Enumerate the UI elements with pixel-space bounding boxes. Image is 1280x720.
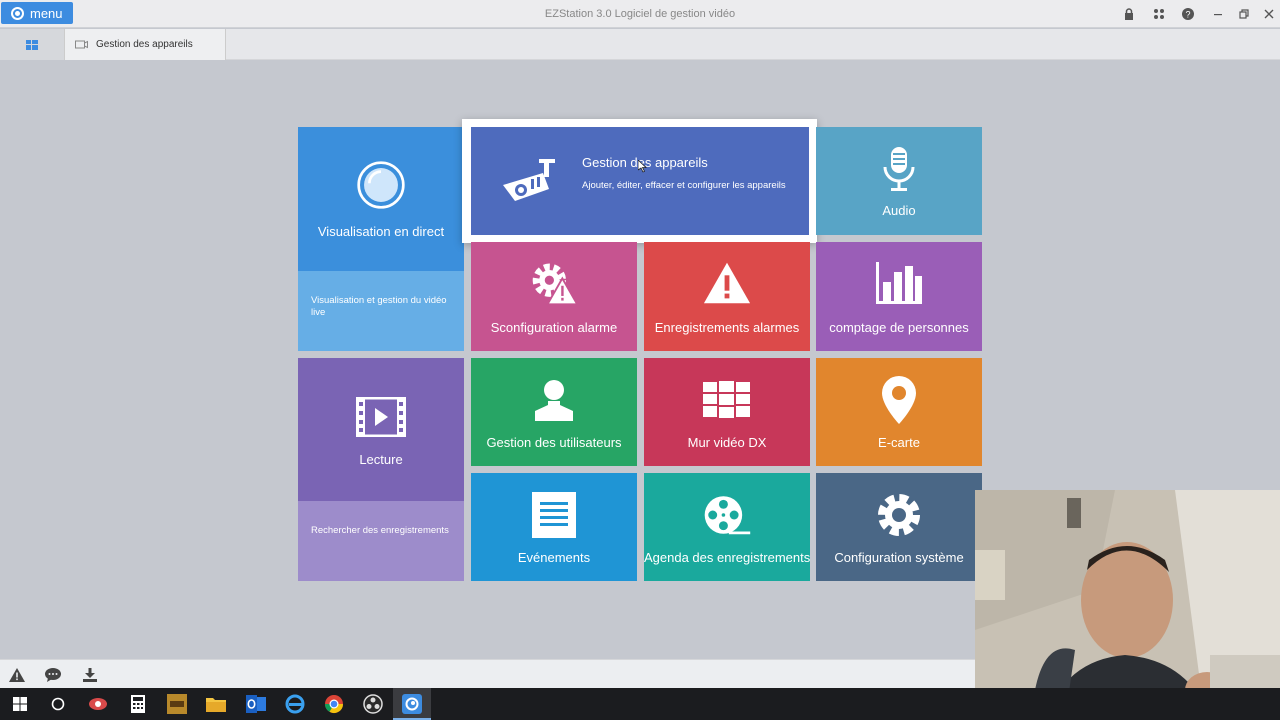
tile-system-configuration-label: Configuration système xyxy=(834,549,964,565)
document-list-icon xyxy=(529,490,579,540)
tile-user-management-label: Gestion des utilisateurs xyxy=(486,434,622,450)
chat-icon[interactable] xyxy=(44,666,62,684)
tile-live-view-label: Visualisation en direct xyxy=(317,223,445,239)
grid-icon xyxy=(26,39,38,50)
file-explorer-icon[interactable] xyxy=(204,692,228,716)
app-icon[interactable] xyxy=(165,692,189,716)
security-camera-icon xyxy=(499,155,559,205)
help-icon[interactable]: ? xyxy=(1180,6,1196,22)
tile-alarm-configuration-label: Sconfiguration alarme xyxy=(490,320,618,335)
title-bar: menu EZStation 3.0 Logiciel de gestion v… xyxy=(0,0,1280,28)
tile-emap-label: E-carte xyxy=(878,434,920,450)
live-view-icon xyxy=(356,160,406,210)
microphone-icon xyxy=(874,145,924,195)
alert-icon[interactable] xyxy=(8,666,26,684)
ezstation-icon[interactable] xyxy=(400,692,424,716)
tile-device-management-desc: Ajouter, éditer, effacer et configurer l… xyxy=(582,180,786,191)
cortana-icon[interactable] xyxy=(46,692,70,716)
edge-icon[interactable] xyxy=(283,692,307,716)
minimize-icon[interactable] xyxy=(1210,6,1226,22)
film-reel-icon xyxy=(702,490,752,540)
tile-audio[interactable]: Audio xyxy=(816,127,982,235)
webcam-overlay xyxy=(975,490,1280,720)
video-wall-icon xyxy=(702,375,752,425)
tile-events-label: Evénements xyxy=(517,549,591,565)
tab-bar: Gestion des appareils xyxy=(0,29,1280,60)
tab-device-management-label: Gestion des appareils xyxy=(96,39,193,50)
tile-emap[interactable]: E-carte xyxy=(816,358,982,466)
tile-video-wall[interactable]: Mur vidéo DX xyxy=(644,358,810,466)
tile-playback-desc-panel[interactable]: Rechercher des enregistrements xyxy=(298,501,464,581)
tile-live-view[interactable]: Visualisation en direct xyxy=(298,127,464,271)
game-icon[interactable] xyxy=(86,692,110,716)
user-group-icon[interactable] xyxy=(1151,6,1167,22)
warning-triangle-icon xyxy=(702,258,752,308)
gear-icon xyxy=(874,490,924,540)
chrome-icon[interactable] xyxy=(322,692,346,716)
tile-recording-schedule-label: Agenda des enregistrements xyxy=(644,549,810,565)
tile-live-view-desc: Visualisation et gestion du vidéo live xyxy=(311,295,447,318)
tile-playback[interactable]: Lecture xyxy=(298,358,464,501)
tile-audio-label: Audio xyxy=(882,202,916,218)
restore-icon[interactable] xyxy=(1236,6,1252,22)
lock-icon[interactable] xyxy=(1121,6,1137,22)
bar-chart-icon xyxy=(874,258,924,308)
tile-user-management[interactable]: Gestion des utilisateurs xyxy=(471,358,637,466)
window-title: EZStation 3.0 Logiciel de gestion vidéo xyxy=(544,8,736,20)
outlook-icon[interactable] xyxy=(244,692,268,716)
tile-events[interactable]: Evénements xyxy=(471,473,637,581)
status-bar xyxy=(0,659,975,688)
obs-icon[interactable] xyxy=(361,692,385,716)
tab-device-management[interactable]: Gestion des appareils xyxy=(64,29,226,60)
tile-alarm-recordings[interactable]: Enregistrements alarmes xyxy=(644,242,810,351)
windows-taskbar xyxy=(0,688,1280,720)
map-pin-icon xyxy=(874,375,924,425)
tile-video-wall-label: Mur vidéo DX xyxy=(687,434,767,450)
tile-recording-schedule[interactable]: Agenda des enregistrements xyxy=(644,473,810,581)
film-play-icon xyxy=(356,392,406,442)
tab-home[interactable] xyxy=(0,29,64,60)
tile-alarm-configuration[interactable]: Sconfiguration alarme xyxy=(471,242,637,351)
tile-alarm-recordings-label: Enregistrements alarmes xyxy=(654,320,800,335)
camera-outline-icon xyxy=(75,40,88,49)
tile-system-configuration[interactable]: Configuration système xyxy=(816,473,982,581)
download-icon[interactable] xyxy=(81,666,99,684)
user-icon xyxy=(529,375,579,425)
tile-live-view-desc-panel[interactable]: Visualisation et gestion du vidéo live xyxy=(298,271,464,351)
tile-playback-label: Lecture xyxy=(359,452,403,467)
tile-device-management[interactable]: Gestion des appareils Ajouter, éditer, e… xyxy=(471,127,809,235)
gear-warning-icon xyxy=(529,258,579,308)
windows-start-icon[interactable] xyxy=(8,692,32,716)
close-icon[interactable] xyxy=(1261,6,1277,22)
tile-people-counting[interactable]: comptage de personnes xyxy=(816,242,982,351)
tile-playback-desc: Rechercher des enregistrements xyxy=(311,525,449,536)
mouse-cursor-icon xyxy=(638,160,647,173)
calculator-icon[interactable] xyxy=(126,692,150,716)
tile-people-counting-label: comptage de personnes xyxy=(829,320,969,335)
svg-text:?: ? xyxy=(1185,10,1190,20)
